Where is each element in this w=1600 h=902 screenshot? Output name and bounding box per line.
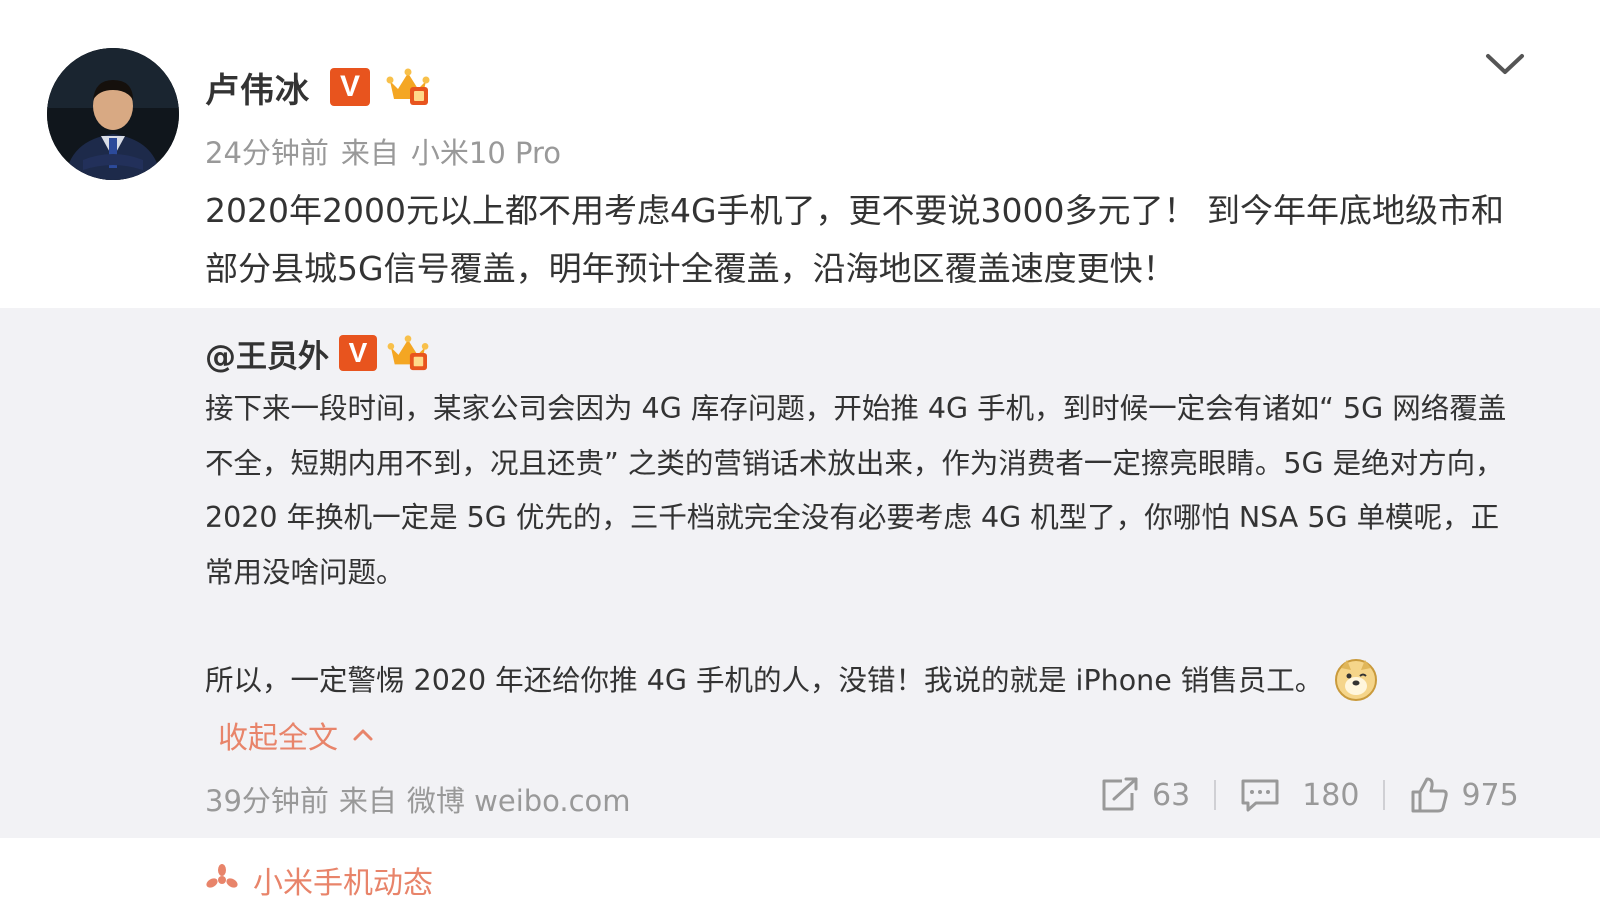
divider (1214, 780, 1217, 810)
fan-icon (206, 864, 238, 888)
doge-emoji-icon (1335, 659, 1378, 701)
comment-icon (1241, 779, 1279, 812)
post-meta: 24分钟前 来自 小米10 Pro (205, 130, 573, 172)
repost-button[interactable]: 63 (1100, 777, 1190, 813)
post-time[interactable]: 24分钟前 (205, 136, 329, 170)
repost-source[interactable]: 微博 weibo.com (407, 784, 631, 818)
repost-time[interactable]: 39分钟前 (205, 784, 329, 818)
next-section-header[interactable]: 小米手机动态 (205, 858, 433, 902)
repost-author-row: @王员外 V (205, 328, 429, 378)
repost-paragraph: 接下来一段时间，某家公司会因为 4G 库存问题，开始推 4G 手机，到时候一定会… (205, 392, 1507, 589)
chevron-up-icon (353, 729, 373, 741)
author-row: 卢伟冰 V (205, 62, 430, 112)
post-source[interactable]: 小米10 Pro (411, 136, 561, 170)
post-source-prefix: 来自 (340, 136, 399, 170)
like-button[interactable]: 975 (1409, 776, 1519, 814)
verified-badge[interactable]: V (330, 68, 370, 106)
post-text: 2020年2000元以上都不用考虑4G手机了，更不要说3000多元了！ 到今年年… (205, 191, 1505, 288)
repost-source-prefix: 来自 (338, 784, 397, 818)
collapse-full-text-link[interactable]: 收起全文 (218, 713, 374, 757)
chevron-down-icon[interactable] (1484, 48, 1526, 78)
verified-badge[interactable]: V (339, 335, 377, 371)
crown-member-icon[interactable] (387, 334, 429, 372)
repost-count: 63 (1152, 777, 1191, 813)
author-avatar[interactable] (47, 48, 179, 180)
author-name[interactable]: 卢伟冰 (205, 63, 310, 112)
comment-count: 180 (1302, 777, 1360, 813)
next-section-label: 小米手机动态 (253, 866, 433, 901)
repost-icon (1102, 777, 1138, 811)
action-bar: 63 180 975 (1100, 771, 1519, 819)
comment-button[interactable]: 180 (1240, 777, 1359, 813)
repost-card[interactable]: @王员外 V 接下来一段时间，某家公司会因为 4G 库存问题，开始推 4G 手机… (0, 308, 1600, 838)
repost-paragraph-text: 所以，一定警惕 2020 年还给你推 4G 手机的人，没错！我说的就是 iPho… (205, 664, 1324, 697)
repost-author[interactable]: @王员外 (205, 331, 329, 376)
like-count: 975 (1461, 777, 1519, 813)
thumbs-up-icon (1411, 777, 1449, 813)
collapse-label: 收起全文 (218, 721, 338, 756)
repost-body: 接下来一段时间，某家公司会因为 4G 库存问题，开始推 4G 手机，到时候一定会… (205, 382, 1515, 709)
repost-paragraph: 所以，一定警惕 2020 年还给你推 4G 手机的人，没错！我说的就是 iPho… (205, 654, 1515, 709)
repost-meta: 39分钟前 来自 微博 weibo.com (205, 778, 641, 820)
divider (1383, 780, 1386, 810)
crown-member-icon[interactable] (386, 67, 430, 107)
